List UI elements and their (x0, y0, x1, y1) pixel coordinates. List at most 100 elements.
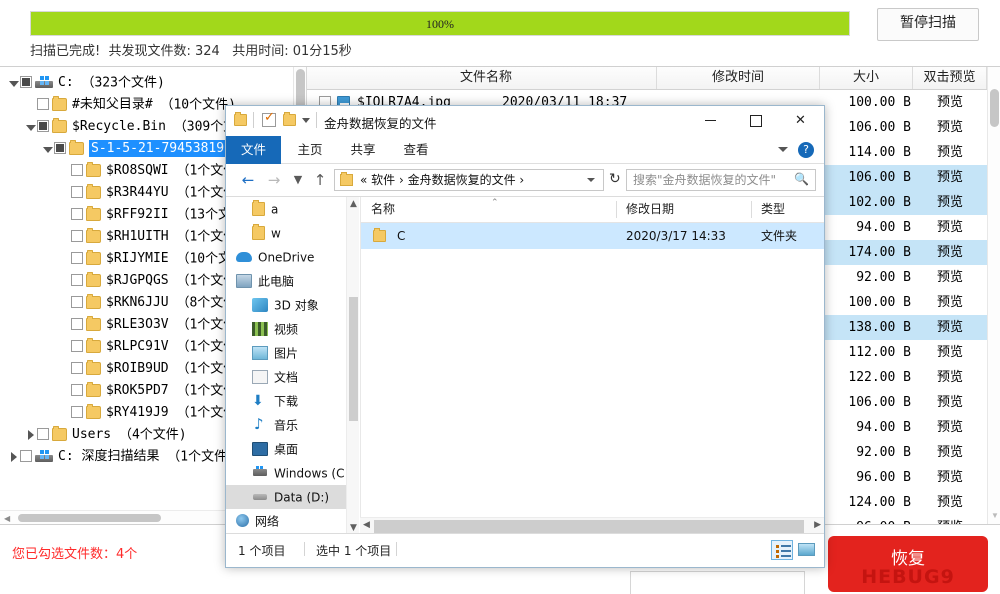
tree-item-checkbox[interactable] (71, 252, 83, 264)
tree-hscroll-left-arrow[interactable]: ◀ (4, 514, 10, 523)
preview-link[interactable]: 预览 (919, 415, 981, 440)
list-item[interactable]: C 2020/3/17 14:33 文件夹 (361, 223, 824, 249)
recent-locations-chevron-icon[interactable]: ▼ (288, 170, 308, 190)
tree-item-checkbox[interactable] (37, 120, 49, 132)
tree-item-checkbox[interactable] (54, 142, 66, 154)
nav-item--[interactable]: 音乐 (226, 413, 346, 437)
column-header-filename[interactable]: 文件名称 (316, 67, 657, 89)
help-icon[interactable]: ? (798, 142, 814, 158)
tree-item-checkbox[interactable] (37, 428, 49, 440)
nav-item--[interactable]: 图片 (226, 341, 346, 365)
nav-scroll-down-arrow[interactable]: ▼ (350, 523, 357, 533)
tree-item[interactable]: C: （323个文件) (0, 72, 300, 94)
chevron-down-icon[interactable] (778, 147, 788, 152)
column-header-date[interactable]: 修改日期 (626, 197, 674, 222)
maximize-button[interactable] (733, 106, 778, 136)
new-folder-icon[interactable] (283, 114, 296, 126)
properties-check-icon[interactable] (262, 113, 276, 127)
preview-link[interactable]: 预览 (919, 165, 981, 190)
preview-link[interactable]: 预览 (919, 390, 981, 415)
nav-item-3d-[interactable]: 3D 对象 (226, 293, 346, 317)
tree-item-checkbox[interactable] (71, 274, 83, 286)
nav-item--[interactable]: 桌面 (226, 437, 346, 461)
tree-item-checkbox[interactable] (20, 450, 32, 462)
nav-item--[interactable]: 文档 (226, 365, 346, 389)
nav-scroll-thumb[interactable] (349, 297, 358, 421)
tree-item-checkbox[interactable] (71, 186, 83, 198)
pause-scan-button[interactable]: 暂停扫描 (877, 8, 979, 41)
preview-link[interactable]: 预览 (919, 265, 981, 290)
nav-item--[interactable]: 网络 (226, 509, 346, 533)
tree-item-checkbox[interactable] (71, 406, 83, 418)
tab-file[interactable]: 文件 (226, 136, 281, 164)
hscroll-left-arrow[interactable]: ◀ (363, 520, 370, 530)
nav-item--[interactable]: 下载 (226, 389, 346, 413)
chevron-right-icon[interactable] (6, 446, 20, 468)
up-arrow-icon[interactable]: ↑ (310, 170, 330, 190)
refresh-icon[interactable]: ↻ (609, 171, 621, 187)
nav-item-data-d-[interactable]: Data (D:) (226, 485, 346, 509)
chevron-down-icon[interactable] (302, 118, 310, 123)
explorer-title-bar[interactable]: 金舟数据恢复的文件 ✕ (226, 106, 824, 136)
tree-item-checkbox[interactable] (71, 318, 83, 330)
recover-button[interactable]: 恢复 HEBUG9 (828, 536, 988, 592)
nav-item--[interactable]: 此电脑 (226, 269, 346, 293)
nav-item--[interactable]: 视频 (226, 317, 346, 341)
tab-view[interactable]: 查看 (394, 136, 438, 164)
tab-home[interactable]: 主页 (288, 136, 332, 164)
explorer-nav-scrollbar[interactable]: ▲ ▼ (346, 197, 359, 535)
nav-item-windows-c[interactable]: Windows (C (226, 461, 346, 485)
preview-link[interactable]: 预览 (919, 115, 981, 140)
preview-link[interactable]: 预览 (919, 465, 981, 490)
chevron-down-icon[interactable] (23, 116, 37, 138)
tree-item-checkbox[interactable] (71, 296, 83, 308)
column-header-name[interactable]: 名称 (371, 197, 395, 222)
preview-link[interactable]: 预览 (919, 240, 981, 265)
file-list-vertical-scrollbar[interactable]: ▲ ▼ (987, 67, 1000, 524)
explorer-horizontal-scrollbar[interactable]: ◀ ▶ (360, 517, 824, 534)
column-header-preview[interactable]: 双击预览 (913, 67, 987, 89)
chevron-down-icon[interactable] (40, 138, 54, 160)
windows-explorer-window[interactable]: 金舟数据恢复的文件 ✕ 文件 主页 共享 查看 ? ← → ▼ ↑ « 软件 ›… (225, 105, 825, 568)
details-view-button[interactable] (771, 540, 793, 560)
column-divider-2[interactable] (751, 201, 752, 218)
file-list-scroll-down-arrow[interactable]: ▼ (991, 511, 999, 520)
tree-hscroll-thumb[interactable] (18, 514, 161, 522)
bottom-path-box[interactable] (630, 571, 805, 594)
preview-link[interactable]: 预览 (919, 340, 981, 365)
preview-link[interactable]: 预览 (919, 90, 981, 115)
back-arrow-icon[interactable]: ← (238, 170, 258, 190)
preview-link[interactable]: 预览 (919, 315, 981, 340)
tree-item-checkbox[interactable] (71, 362, 83, 374)
tab-share[interactable]: 共享 (341, 136, 385, 164)
search-input[interactable]: 搜索"金舟数据恢复的文件" 🔍 (626, 169, 816, 191)
tree-item-checkbox[interactable] (71, 208, 83, 220)
preview-link[interactable]: 预览 (919, 290, 981, 315)
preview-link[interactable]: 预览 (919, 515, 981, 524)
file-list-vscroll-thumb[interactable] (990, 89, 999, 127)
tree-item-checkbox[interactable] (71, 164, 83, 176)
nav-item-w[interactable]: w (226, 221, 346, 245)
forward-arrow-icon[interactable]: → (264, 170, 284, 190)
hscroll-right-arrow[interactable]: ▶ (814, 520, 821, 530)
breadcrumb[interactable]: « 软件 › 金舟数据恢复的文件 › (360, 170, 524, 190)
nav-item-onedrive[interactable]: OneDrive (226, 245, 346, 269)
large-icons-view-button[interactable] (796, 540, 818, 560)
column-header-modified[interactable]: 修改时间 (657, 67, 820, 89)
column-divider-1[interactable] (616, 201, 617, 218)
tree-item-checkbox[interactable] (37, 98, 49, 110)
preview-link[interactable]: 预览 (919, 490, 981, 515)
nav-item-a[interactable]: a (226, 197, 346, 221)
address-input[interactable]: « 软件 › 金舟数据恢复的文件 › (334, 169, 604, 191)
chevron-right-icon[interactable] (23, 424, 37, 446)
preview-link[interactable]: 预览 (919, 190, 981, 215)
preview-link[interactable]: 预览 (919, 140, 981, 165)
tree-item-checkbox[interactable] (71, 230, 83, 242)
column-header-type[interactable]: 类型 (761, 197, 785, 222)
preview-link[interactable]: 预览 (919, 215, 981, 240)
chevron-down-icon[interactable] (6, 72, 20, 94)
hscroll-thumb[interactable] (374, 520, 804, 533)
chevron-down-icon[interactable] (587, 178, 595, 182)
minimize-button[interactable] (688, 106, 733, 136)
tree-item-checkbox[interactable] (20, 76, 32, 88)
